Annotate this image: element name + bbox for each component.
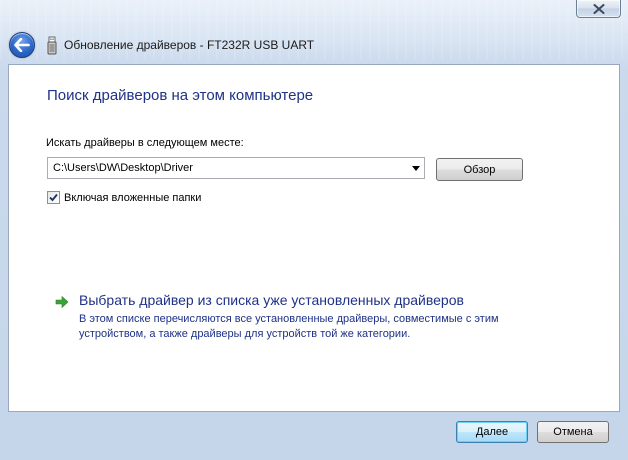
close-icon (593, 3, 604, 14)
next-button[interactable]: Далее (456, 421, 528, 443)
green-arrow-icon (55, 295, 69, 309)
path-label: Искать драйверы в следующем месте: (46, 137, 244, 149)
cancel-button[interactable]: Отмена (537, 421, 609, 443)
close-button[interactable] (576, 0, 621, 18)
pick-driver-description: В этом списке перечисляются все установл… (79, 313, 499, 340)
page-heading: Поиск драйверов на этом компьютере (47, 87, 314, 104)
dropdown-arrow[interactable] (408, 158, 424, 178)
back-button[interactable] (9, 32, 35, 58)
include-subfolders-option[interactable]: Включая вложенные папки (47, 191, 201, 204)
include-subfolders-checkbox[interactable] (47, 191, 60, 204)
path-combobox[interactable]: C:\Users\DW\Desktop\Driver (47, 157, 425, 179)
pick-driver-link[interactable]: Выбрать драйвер из списка уже установлен… (55, 292, 549, 342)
include-subfolders-label: Включая вложенные папки (64, 191, 202, 204)
dialog-window: Обновление драйверов - FT232R USB UART П… (0, 0, 628, 460)
chevron-down-icon (412, 165, 420, 171)
usb-device-icon (47, 36, 57, 55)
pick-driver-text[interactable]: Выбрать драйвер из списка уже установлен… (79, 292, 549, 342)
path-input[interactable]: C:\Users\DW\Desktop\Driver (48, 162, 408, 174)
content-pane: Поиск драйверов на этом компьютере Искат… (8, 64, 620, 412)
window-title: Обновление драйверов - FT232R USB UART (64, 38, 315, 52)
pick-driver-title[interactable]: Выбрать драйвер из списка уже установлен… (79, 292, 549, 308)
browse-button[interactable]: Обзор (436, 158, 523, 181)
back-arrow-icon (14, 38, 30, 52)
checkmark-icon (49, 193, 58, 202)
